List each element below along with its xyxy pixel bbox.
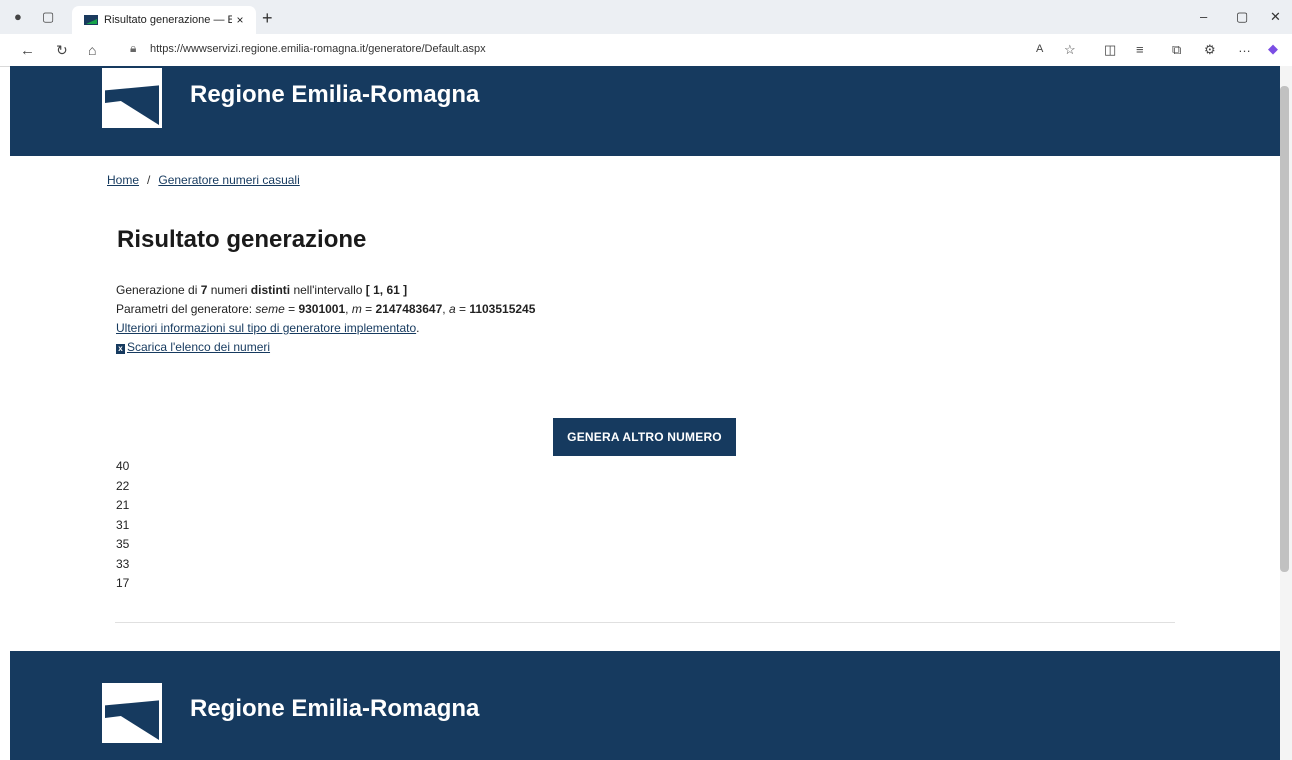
generation-info: Generazione di 7 numeri distinti nell'in… <box>116 281 536 354</box>
site-favicon-icon <box>84 15 98 25</box>
breadcrumb-current[interactable]: Generatore numeri casuali <box>158 173 299 187</box>
generator-params: Parametri del generatore: seme = 9301001… <box>116 302 536 316</box>
maximize-button[interactable]: ▢ <box>1236 9 1248 25</box>
m-value: 2147483647 <box>375 302 443 316</box>
profile-icon[interactable]: ● <box>14 9 22 24</box>
browser-tab-bar: ● ▢ Risultato generazione — E-R Il po × … <box>0 0 1292 34</box>
breadcrumb-home[interactable]: Home <box>107 173 139 187</box>
more-info-link[interactable]: Ulteriori informazioni sul tipo di gener… <box>116 321 416 335</box>
list-item: 21 <box>116 498 130 512</box>
copilot-icon[interactable]: ◆ <box>1268 41 1278 57</box>
favorites-icon[interactable]: ≡ <box>1136 42 1144 57</box>
site-footer: Regione Emilia-Romagna <box>10 651 1280 760</box>
excel-file-icon: x <box>116 344 125 354</box>
download-numbers-link[interactable]: Scarica l'elenco dei numeri <box>127 340 270 354</box>
favorite-star-icon[interactable]: ☆ <box>1064 42 1076 58</box>
browser-tab[interactable]: Risultato generazione — E-R Il po × <box>72 6 256 34</box>
split-screen-icon[interactable]: ◫ <box>1104 42 1116 58</box>
list-item: 33 <box>116 556 130 571</box>
seed-value: 9301001 <box>298 302 346 316</box>
params-label: Parametri del generatore: <box>116 302 256 316</box>
lock-icon[interactable]: 🔒︎ <box>130 41 136 56</box>
minimize-button[interactable]: – <box>1200 9 1207 24</box>
scrollbar-thumb[interactable] <box>1280 86 1289 572</box>
address-bar: ← ↻ ⌂ 🔒︎ https://wwwservizi.regione.emil… <box>0 34 1292 67</box>
list-item: 40 <box>116 459 130 473</box>
a-label: a <box>448 302 456 316</box>
list-item: 17 <box>116 576 130 590</box>
generate-another-button[interactable]: GENERA ALTRO NUMERO <box>553 418 736 456</box>
collections-icon[interactable]: ⧉ <box>1172 42 1181 58</box>
summary-text: numeri <box>207 283 251 297</box>
generated-numbers-list: 40 22 21 31 35 33 17 <box>116 457 129 594</box>
tab-title: Risultato generazione — E-R Il po <box>104 14 232 26</box>
close-tab-icon[interactable]: × <box>232 13 248 27</box>
list-item: 22 <box>116 478 130 493</box>
tab-actions-icon[interactable]: ▢ <box>42 9 54 25</box>
page-title: Risultato generazione <box>117 226 367 253</box>
region-logo[interactable] <box>102 68 162 128</box>
divider <box>115 622 1175 623</box>
refresh-icon[interactable]: ↻ <box>56 42 68 59</box>
m-label: m <box>351 302 362 316</box>
breadcrumb: Home / Generatore numeri casuali <box>107 173 300 187</box>
list-item: 35 <box>116 537 130 551</box>
site-header: Regione Emilia-Romagna <box>10 66 1280 156</box>
new-tab-button[interactable]: + <box>262 8 273 29</box>
read-aloud-icon[interactable]: A <box>1036 43 1043 55</box>
list-item: 31 <box>116 517 130 532</box>
back-icon[interactable]: ← <box>20 42 35 59</box>
breadcrumb-separator: / <box>147 173 151 187</box>
summary-text: nell'intervallo <box>290 283 366 297</box>
more-menu-icon[interactable]: … <box>1238 40 1251 55</box>
extensions-icon[interactable]: ⚙ <box>1204 42 1216 58</box>
generation-summary: Generazione di 7 numeri distinti nell'in… <box>116 281 535 300</box>
close-window-button[interactable]: ✕ <box>1270 9 1281 25</box>
seed-label: seme <box>255 302 285 316</box>
a-value: 1103515245 <box>469 302 536 316</box>
summary-text: Generazione di <box>116 283 201 297</box>
interval-value: [ 1, 61 ] <box>365 283 408 297</box>
footer-region-logo[interactable] <box>102 683 162 743</box>
site-brand[interactable]: Regione Emilia-Romagna <box>190 81 479 109</box>
footer-brand: Regione Emilia-Romagna <box>190 695 480 722</box>
distinct-label: distinti <box>250 283 291 297</box>
url-field[interactable]: https://wwwservizi.regione.emilia-romagn… <box>150 43 486 55</box>
home-icon[interactable]: ⌂ <box>88 42 96 58</box>
